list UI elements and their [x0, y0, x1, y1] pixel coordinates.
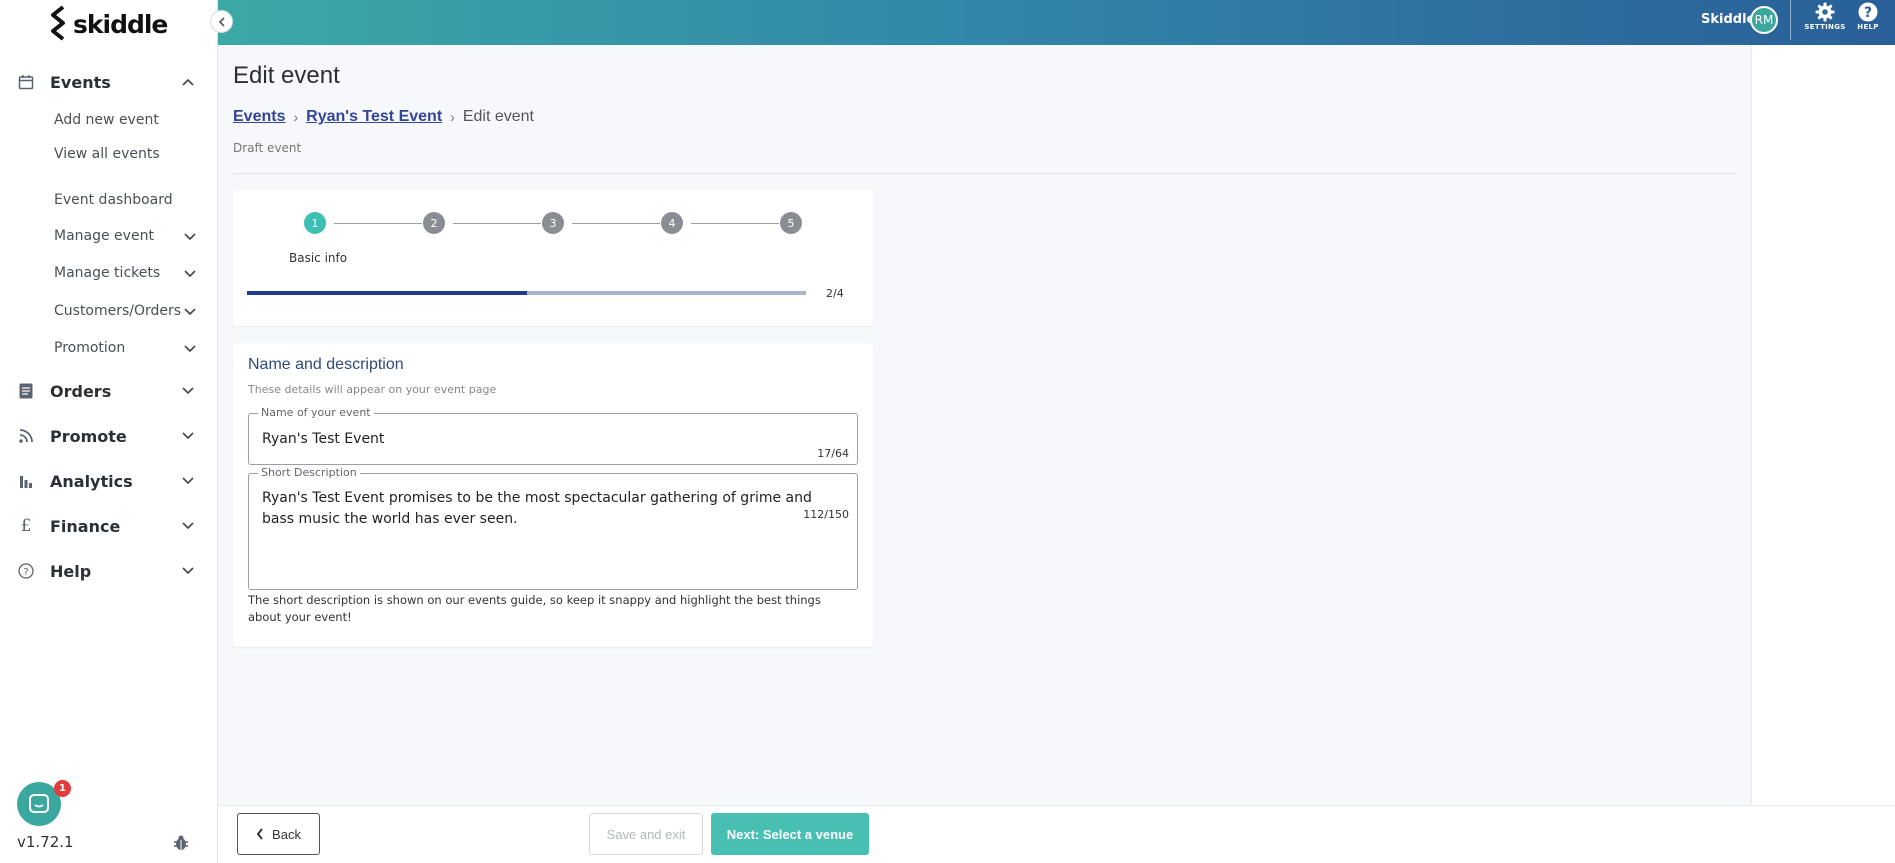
short-description-value[interactable]: Ryan's Test Event promises to be the mos…	[262, 488, 847, 530]
collapse-sidebar-button[interactable]	[210, 10, 233, 33]
bar-chart-icon	[17, 472, 35, 490]
sidebar-item-label: Promote	[50, 426, 127, 446]
avatar[interactable]: RM	[1750, 6, 1778, 34]
breadcrumb-separator: ›	[293, 109, 299, 125]
breadcrumb-event-link[interactable]: Ryan's Test Event	[306, 108, 442, 126]
breadcrumb-current: Edit event	[462, 108, 534, 125]
breadcrumb: Events › Ryan's Test Event › Edit event	[233, 108, 534, 126]
next-button[interactable]: Next: Select a venue	[711, 813, 869, 855]
breadcrumb-separator: ›	[450, 109, 455, 125]
gear-icon	[1815, 2, 1835, 22]
user-name[interactable]: Skiddle	[1701, 12, 1755, 27]
step-connector	[453, 223, 541, 224]
sidebar-item-finance[interactable]: £ Finance	[0, 510, 218, 542]
sidebar-item-label: Analytics	[50, 471, 133, 491]
char-count: 112/150	[803, 508, 849, 521]
step-label: Basic info	[289, 251, 348, 265]
sidebar-sub-manage-tickets[interactable]: Manage tickets	[54, 263, 160, 283]
topbar-divider	[1790, 0, 1791, 40]
event-status: Draft event	[233, 141, 302, 155]
short-description-field[interactable]: Short Description Ryan's Test Event prom…	[248, 466, 858, 590]
sidebar-item-help[interactable]: ? Help	[0, 555, 218, 587]
bug-icon[interactable]	[172, 834, 190, 852]
question-icon: ?	[17, 562, 35, 580]
step-3[interactable]: 3	[542, 212, 564, 234]
chat-icon	[29, 794, 49, 813]
rss-icon	[17, 427, 35, 445]
skiddle-logo-icon	[51, 5, 65, 41]
svg-text:?: ?	[23, 567, 28, 578]
section-title: Name and description	[248, 356, 404, 373]
save-and-exit-button[interactable]: Save and exit	[589, 813, 703, 855]
sidebar-item-promote[interactable]: Promote	[0, 420, 218, 452]
pound-icon: £	[20, 516, 32, 536]
chevron-down-icon[interactable]	[183, 267, 197, 281]
calendar-icon	[17, 73, 35, 91]
document-icon	[17, 382, 35, 400]
sidebar-item-label: Events	[50, 72, 111, 92]
back-button[interactable]: Back	[237, 813, 320, 855]
chevron-up-icon	[181, 75, 195, 89]
step-5[interactable]: 5	[780, 212, 802, 234]
sidebar-item-orders[interactable]: Orders	[0, 375, 218, 407]
sidebar-sub-add-event[interactable]: Add new event	[54, 110, 159, 130]
chat-notification-badge: 1	[54, 780, 71, 797]
sidebar-item-label: Orders	[50, 381, 112, 401]
event-name-field[interactable]: Name of your event Ryan's Test Event 17/…	[248, 406, 858, 465]
help-circle-icon: ?	[1858, 2, 1878, 22]
step-1[interactable]: 1	[304, 212, 326, 234]
page-title: Edit event	[233, 62, 340, 89]
progress-text: 2/4	[826, 287, 844, 300]
char-count: 17/64	[817, 447, 849, 460]
chevron-down-icon	[181, 384, 195, 398]
step-2[interactable]: 2	[423, 212, 445, 234]
chevron-down-icon[interactable]	[183, 342, 197, 356]
sidebar: skiddle Events Add new event View all ev…	[0, 0, 218, 863]
sidebar-sub-manage-event[interactable]: Manage event	[54, 226, 154, 246]
chevron-left-icon	[256, 828, 263, 840]
chevron-down-icon[interactable]	[183, 305, 197, 319]
footer-bar	[218, 805, 1895, 863]
chevron-down-icon	[181, 519, 195, 533]
settings-label: SETTINGS	[1804, 23, 1846, 31]
event-name-value[interactable]: Ryan's Test Event	[262, 429, 384, 450]
step-connector	[334, 223, 422, 224]
chevron-down-icon	[181, 429, 195, 443]
settings-button[interactable]: SETTINGS	[1804, 2, 1846, 40]
right-panel	[1751, 45, 1895, 805]
chevron-down-icon	[181, 474, 195, 488]
sidebar-sub-promotion[interactable]: Promotion	[54, 338, 125, 358]
logo-text: skiddle	[73, 9, 168, 39]
sidebar-sub-event-dashboard[interactable]: Event dashboard	[54, 190, 173, 210]
help-label: HELP	[1857, 23, 1879, 31]
sidebar-item-events[interactable]: Events	[0, 66, 218, 98]
sidebar-item-label: Finance	[50, 516, 121, 536]
step-4[interactable]: 4	[661, 212, 683, 234]
divider	[233, 173, 1736, 174]
field-label: Name of your event	[258, 406, 374, 419]
sidebar-sub-view-events[interactable]: View all events	[54, 144, 160, 164]
app-version: v1.72.1	[17, 833, 74, 851]
helper-text: The short description is shown on our ev…	[248, 593, 821, 624]
chevron-left-icon	[218, 16, 225, 27]
back-label: Back	[272, 826, 301, 842]
top-bar	[218, 0, 1895, 45]
sidebar-item-label: Help	[50, 561, 92, 581]
chevron-down-icon[interactable]	[183, 230, 197, 244]
breadcrumb-events-link[interactable]: Events	[233, 108, 285, 126]
step-connector	[691, 223, 779, 224]
section-subtitle: These details will appear on your event …	[248, 383, 497, 396]
help-button[interactable]: ? HELP	[1848, 2, 1888, 40]
progress-fill	[247, 291, 527, 295]
sidebar-sub-customers-orders[interactable]: Customers/Orders	[54, 301, 181, 321]
step-connector	[572, 223, 660, 224]
field-label: Short Description	[258, 466, 360, 479]
sidebar-item-analytics[interactable]: Analytics	[0, 465, 218, 497]
chevron-down-icon	[181, 564, 195, 578]
skiddle-logo[interactable]: skiddle	[49, 4, 168, 44]
svg-text:?: ?	[1864, 5, 1872, 21]
